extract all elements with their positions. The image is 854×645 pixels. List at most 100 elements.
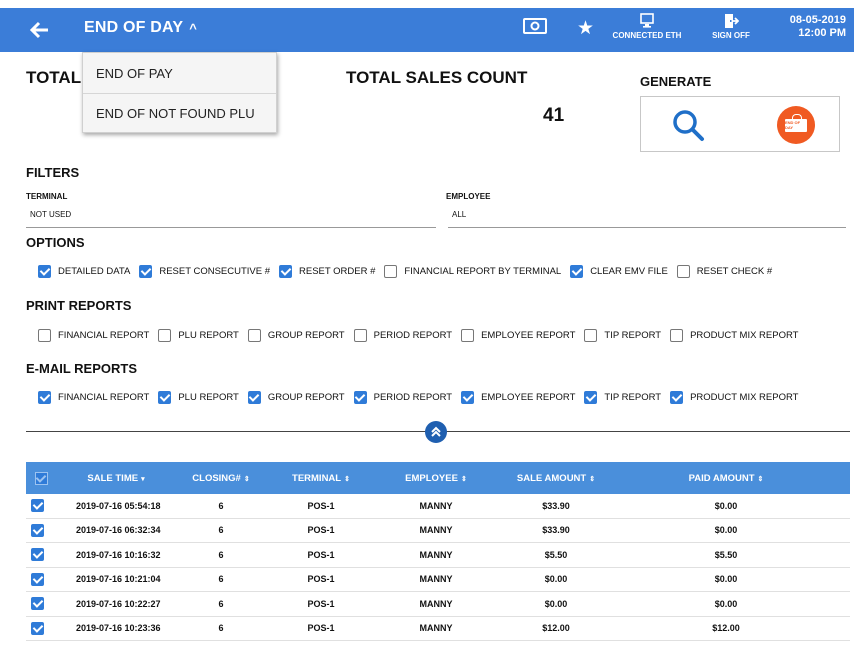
cash-icon[interactable] [523,18,547,34]
report-label: TIP REPORT [604,392,662,403]
report-label: PRODUCT MIX REPORT [690,330,799,341]
email-period-report[interactable]: PERIOD REPORT [353,391,452,404]
search-icon[interactable] [671,108,705,142]
table-row[interactable]: 2019-07-16 10:21:04 6 POS-1 MANNY $0.00 $0.00 [26,568,850,592]
sort-desc-icon: ▾ [141,475,145,483]
print-product-mix-report[interactable]: PRODUCT MIX REPORT [670,329,798,342]
cell-closing: 6 [218,574,224,585]
checkbox[interactable] [247,391,261,404]
report-label: EMPLOYEE REPORT [481,330,576,341]
row-checkbox[interactable] [31,572,44,586]
total-sales-count-value: 41 [543,105,565,126]
option-label: DETAILED DATA [58,266,131,277]
checkbox[interactable] [584,329,598,342]
print-plu-report[interactable]: PLU REPORT [158,329,239,342]
sales-table: SALE TIME ▾ CLOSING# ⇕ TERMINAL ⇕ EMPLOYEE ⇕… [26,462,850,641]
report-label: PLU REPORT [178,330,239,341]
option-detailed-data[interactable]: DETAILED DATA [38,265,130,278]
checkbox[interactable] [279,265,293,278]
option-financial-report-by-terminal[interactable]: FINANCIAL REPORT BY TERMINAL [384,265,561,278]
column-header-sale-time[interactable]: SALE TIME ▾ [56,473,176,484]
print-group-report[interactable]: GROUP REPORT [247,329,345,342]
checkbox[interactable] [38,391,51,404]
options-title: OPTIONS [26,235,85,250]
options-row: DETAILED DATA RESET CONSECUTIVE # RESET … [38,265,781,278]
column-header-closing[interactable]: CLOSING# ⇕ [176,473,266,484]
column-header-sale-amount[interactable]: SALE AMOUNT ⇕ [496,473,616,484]
option-reset-consecutive[interactable]: RESET CONSECUTIVE # [139,265,270,278]
email-financial-report[interactable]: FINANCIAL REPORT [38,391,149,404]
option-label: CLEAR EMV FILE [590,266,668,277]
email-plu-report[interactable]: PLU REPORT [158,391,239,404]
table-row[interactable]: 2019-07-16 10:22:27 6 POS-1 MANNY $0.00 $0.00 [26,592,850,617]
row-checkbox[interactable] [31,523,44,537]
report-label: GROUP REPORT [267,330,345,341]
double-chevron-up-icon [431,426,441,437]
checkbox[interactable] [38,329,51,342]
checkbox[interactable] [384,265,398,278]
table-row[interactable]: 2019-07-16 10:16:32 6 POS-1 MANNY $5.50 $5.50 [26,543,850,568]
checkbox[interactable] [353,391,367,404]
cell-sale-time: 2019-07-16 06:32:34 [76,525,161,536]
employee-select[interactable]: ALL [448,204,846,228]
table-row[interactable]: 2019-07-16 10:23:36 6 POS-1 MANNY $12.00 $12.… [26,617,850,641]
column-header-employee[interactable]: EMPLOYEE ⇕ [376,473,496,484]
email-product-mix-report[interactable]: PRODUCT MIX REPORT [670,391,798,404]
row-checkbox[interactable] [31,499,44,513]
select-all-checkbox[interactable] [34,471,48,485]
print-employee-report[interactable]: EMPLOYEE REPORT [461,329,575,342]
email-group-report[interactable]: GROUP REPORT [247,391,345,404]
end-of-day-button[interactable]: END OF DAY [777,106,815,144]
option-reset-order[interactable]: RESET ORDER # [279,265,375,278]
sign-off-button[interactable]: SIGN OFF [708,13,754,40]
print-period-report[interactable]: PERIOD REPORT [353,329,453,342]
dropdown-item-end-of-pay[interactable]: END OF PAY [83,53,276,93]
checkbox[interactable] [461,329,475,342]
checkbox[interactable] [670,391,684,404]
cell-paid-amount: $0.00 [714,525,738,536]
table-row[interactable]: 2019-07-16 05:54:18 6 POS-1 MANNY $33.90 $0.0… [26,494,850,519]
print-tip-report[interactable]: TIP REPORT [584,329,661,342]
checkbox[interactable] [38,265,51,278]
report-label: PERIOD REPORT [373,330,453,341]
option-reset-check[interactable]: RESET CHECK # [676,265,772,278]
email-employee-report[interactable]: EMPLOYEE REPORT [461,391,575,404]
checkbox[interactable] [584,391,598,404]
connection-status[interactable]: CONNECTED ETH [612,13,682,40]
dropdown-item-end-of-not-found-plu[interactable]: END OF NOT FOUND PLU [83,93,276,133]
cell-sale-amount: $0.00 [544,574,568,585]
checkbox[interactable] [676,265,690,278]
checkbox[interactable] [158,329,172,342]
screen-title-dropdown[interactable]: END OF DAY ^ [84,19,197,37]
checkbox[interactable] [670,329,684,342]
terminal-label: TERMINAL [26,192,68,201]
option-clear-emv-file[interactable]: CLEAR EMV FILE [570,265,668,278]
row-checkbox[interactable] [31,548,44,562]
checkbox[interactable] [139,265,153,278]
checkbox[interactable] [353,329,367,342]
print-financial-report[interactable]: FINANCIAL REPORT [38,329,149,342]
column-header-paid-amount[interactable]: PAID AMOUNT ⇕ [616,473,836,484]
checkbox[interactable] [158,391,172,404]
email-tip-report[interactable]: TIP REPORT [584,391,661,404]
terminal-select[interactable]: NOT USED [26,204,436,228]
table-body: 2019-07-16 05:54:18 6 POS-1 MANNY $33.90 $0.0… [26,494,850,641]
column-label: SALE TIME [87,472,139,484]
table-row[interactable]: 2019-07-16 06:32:34 6 POS-1 MANNY $33.90 $0.0… [26,519,850,543]
date-time: 08-05-2019 12:00 PM [790,14,846,40]
checkbox[interactable] [247,329,261,342]
employee-value: ALL [452,210,467,219]
cell-employee: MANNY [419,574,453,585]
collapse-button[interactable] [425,421,447,443]
row-checkbox[interactable] [31,597,44,611]
checkbox[interactable] [461,391,475,404]
checkbox[interactable] [570,265,584,278]
back-arrow-icon[interactable] [30,21,50,39]
row-checkbox[interactable] [31,621,44,635]
terminal-value: NOT USED [30,210,72,219]
column-label: TERMINAL [292,472,342,484]
cell-sale-time: 2019-07-16 10:16:32 [76,549,161,560]
star-icon[interactable]: ★ [577,17,594,40]
cell-terminal: POS-1 [307,598,335,609]
column-header-terminal[interactable]: TERMINAL ⇕ [266,473,376,484]
